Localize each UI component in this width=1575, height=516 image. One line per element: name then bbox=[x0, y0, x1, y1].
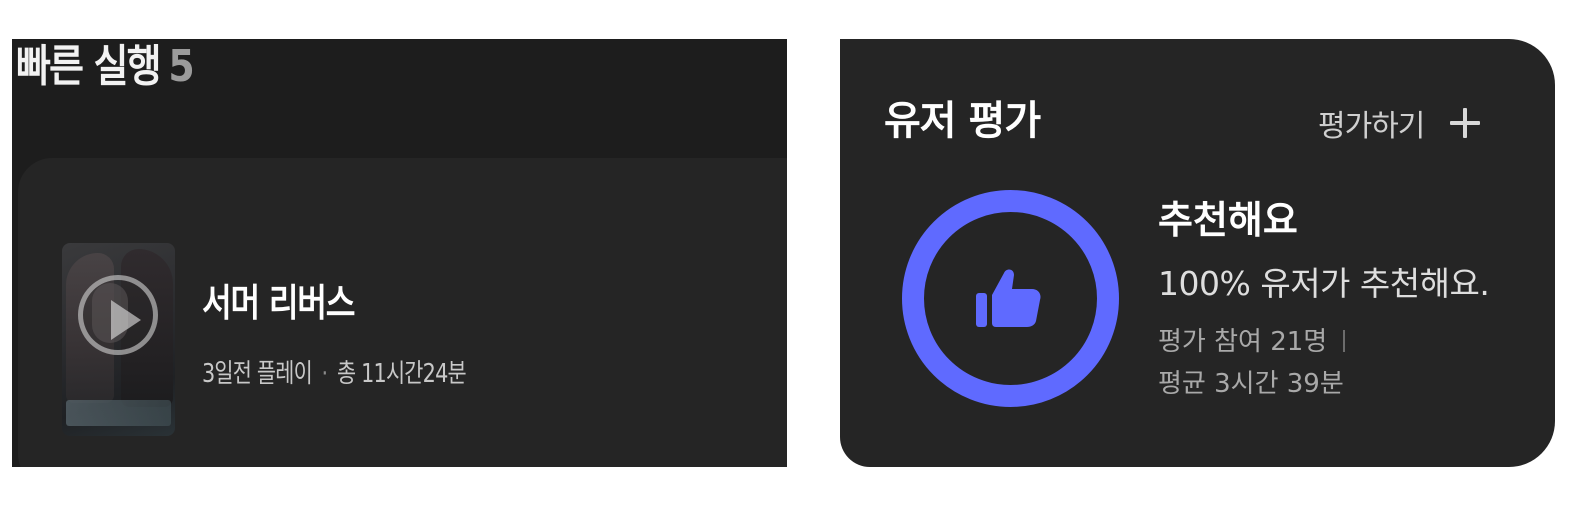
quick-launch-count: 5 bbox=[168, 41, 194, 92]
recommend-verdict: 추천해요 bbox=[1158, 198, 1298, 242]
thumbnail-logo bbox=[66, 400, 171, 426]
game-card[interactable]: 서머 리버스 3일전 플레이 · 총 11시간24분 bbox=[18, 158, 787, 467]
user-rating-title: 유저 평가 bbox=[884, 98, 1041, 144]
user-rating-panel: 유저 평가 평가하기 추천해요 100% 유저가 추천해요. 평가 참여 21명… bbox=[840, 39, 1555, 467]
participants-divider bbox=[1343, 330, 1346, 352]
recommend-percent: 100% 유저가 추천해요. bbox=[1158, 264, 1490, 303]
total-playtime: 총 11시간24분 bbox=[336, 359, 467, 389]
meta-separator: · bbox=[321, 359, 329, 389]
rate-button-label: 평가하기 bbox=[1318, 109, 1425, 144]
last-played: 3일전 플레이 bbox=[202, 359, 313, 389]
quick-launch-title-text: 빠른 실행 bbox=[16, 41, 162, 92]
quick-launch-title: 빠른 실행 5 bbox=[16, 41, 195, 92]
rate-button[interactable]: 평가하기 bbox=[1318, 103, 1481, 144]
plus-icon bbox=[1450, 108, 1481, 138]
screen: 빠른 실행 5 서머 리버스 3일전 플레이 · 총 11시간24분 유저 평가 평가… bbox=[0, 0, 1575, 516]
game-meta: 3일전 플레이 · 총 11시간24분 bbox=[202, 358, 467, 390]
game-title[interactable]: 서머 리버스 bbox=[202, 281, 355, 325]
game-thumbnail[interactable] bbox=[62, 243, 175, 436]
play-icon[interactable] bbox=[78, 275, 158, 355]
rating-average-playtime: 평균 3시간 39분 bbox=[1158, 369, 1344, 399]
rating-participants-text: 평가 참여 21명 bbox=[1158, 327, 1328, 357]
rating-participants: 평가 참여 21명 bbox=[1158, 325, 1346, 359]
play-triangle bbox=[111, 300, 141, 340]
quick-launch-panel: 빠른 실행 5 서머 리버스 3일전 플레이 · 총 11시간24분 bbox=[12, 39, 787, 467]
thumbs-up-icon bbox=[976, 269, 1041, 327]
